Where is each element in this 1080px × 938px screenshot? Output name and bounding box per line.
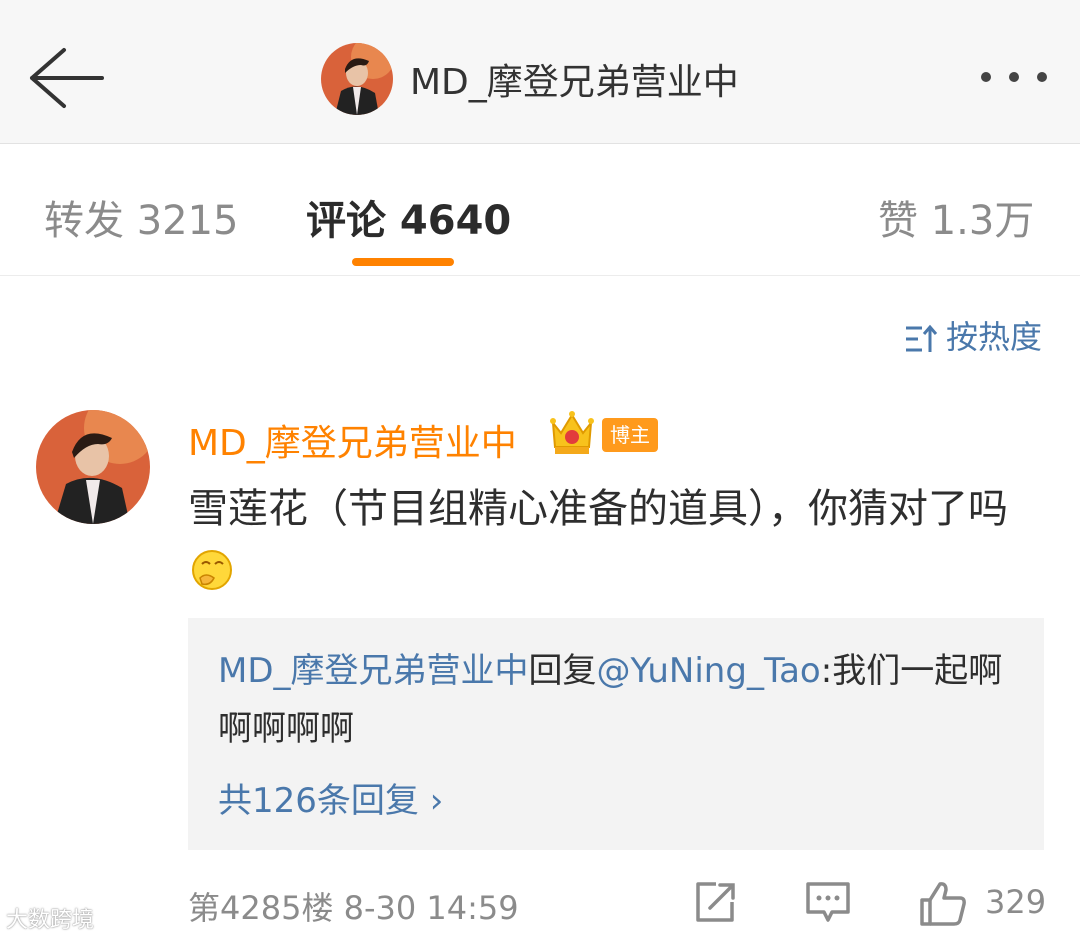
comment-icon [806, 882, 850, 922]
tab-comments[interactable]: 评论 4640 [306, 188, 511, 246]
sort-label: 按热度 [945, 318, 1042, 356]
top-bar: MD_摩登兄弟营业中 [0, 0, 1080, 144]
like-count: 329 [985, 883, 1047, 921]
reply-author[interactable]: MD_摩登兄弟营业中 [218, 651, 529, 691]
more-dot-icon [1009, 72, 1019, 82]
tab-bar: 转发 3215 评论 4640 赞 1.3万 [0, 144, 1080, 276]
reply-box[interactable]: MD_摩登兄弟营业中回复@YuNing_Tao:我们一起啊啊啊啊啊 共126条回… [188, 618, 1044, 850]
sort-button[interactable]: 按热度 [904, 312, 1042, 358]
active-tab-indicator [352, 258, 454, 266]
emoji-icon [192, 550, 232, 590]
comment-body: 雪莲花（节目组精心准备的道具），你猜对了吗 [188, 486, 1008, 532]
back-button[interactable] [26, 42, 106, 114]
reply-verb: 回复 [528, 651, 597, 691]
comment-text: 雪莲花（节目组精心准备的道具），你猜对了吗 [188, 478, 1048, 602]
comment-author[interactable]: MD_摩登兄弟营业中 [188, 414, 517, 466]
tab-likes[interactable]: 赞 1.3万 [878, 188, 1034, 246]
like-button[interactable] [918, 880, 968, 932]
page-title: MD_摩登兄弟营业中 [410, 62, 739, 103]
comment-time: 8-30 14:59 [343, 889, 519, 927]
watermark: 大数跨境 [6, 908, 95, 933]
thumbs-up-icon [920, 882, 966, 926]
comment-meta: 第4285楼 8-30 14:59 [188, 883, 519, 929]
tab-reposts[interactable]: 转发 3215 [44, 188, 239, 246]
view-replies-link[interactable]: 共126条回复 › [218, 773, 443, 822]
sort-icon [905, 324, 938, 352]
comment-button[interactable] [804, 880, 852, 930]
floor-number: 第4285楼 [188, 889, 334, 927]
reply-mention[interactable]: @YuNing_Tao [597, 651, 821, 691]
arrow-left-icon [30, 48, 104, 108]
share-icon [696, 882, 735, 922]
reply-text: MD_摩登兄弟营业中回复@YuNing_Tao:我们一起啊啊啊啊啊 [218, 642, 1028, 758]
repost-button[interactable] [692, 880, 738, 930]
avatar[interactable] [321, 43, 393, 115]
host-badge: 博主 [602, 418, 658, 452]
more-dot-icon [1037, 72, 1047, 82]
avatar[interactable] [36, 410, 150, 524]
crown-icon [550, 411, 594, 454]
more-button[interactable] [975, 62, 1055, 94]
more-dot-icon [981, 72, 991, 82]
